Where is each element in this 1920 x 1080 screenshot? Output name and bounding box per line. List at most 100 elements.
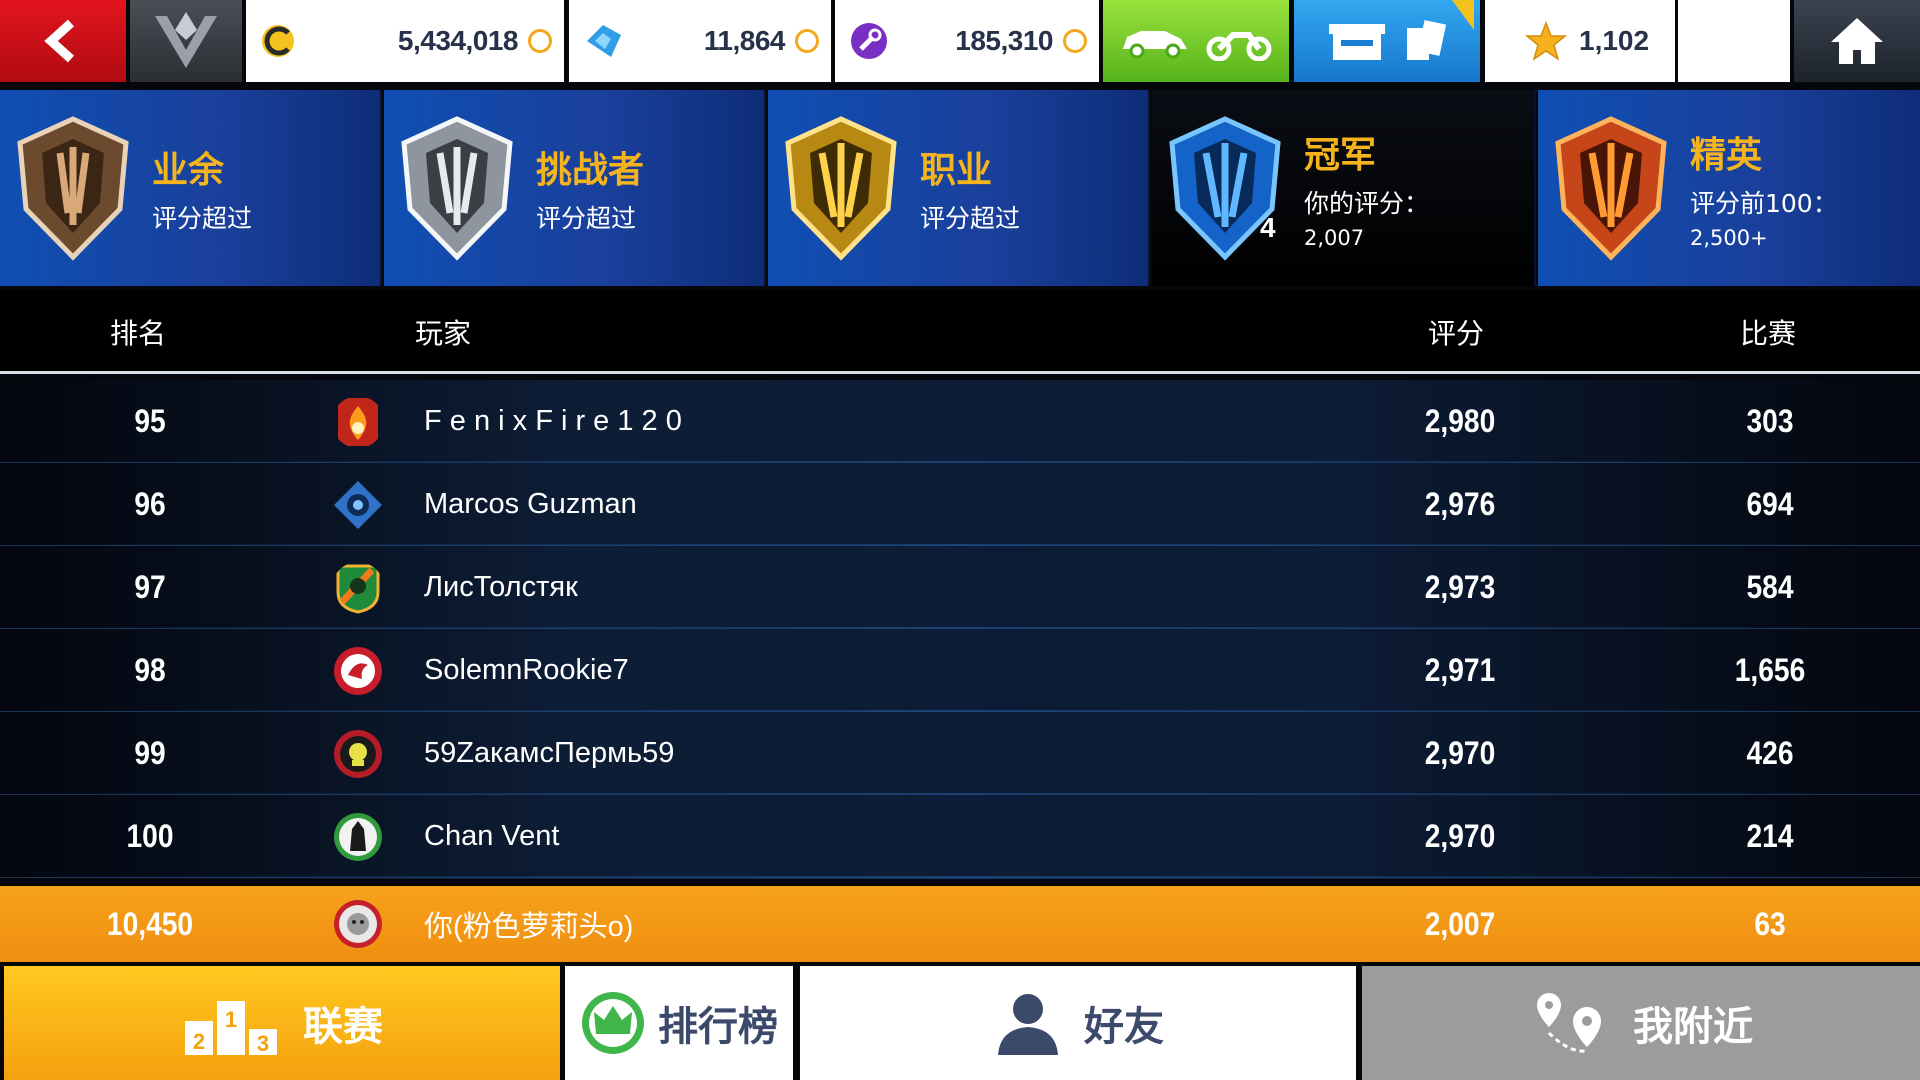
empty-slot bbox=[1678, 0, 1790, 82]
add-fusion-icon[interactable] bbox=[1063, 29, 1087, 53]
table-header: 排名 玩家 评分 比赛 bbox=[0, 290, 1920, 374]
tab-ranking-label: 排行榜 bbox=[658, 1004, 778, 1050]
shop-button[interactable] bbox=[1294, 0, 1480, 82]
champion-shield-icon: 4 bbox=[1169, 116, 1281, 261]
tab-nearby-label: 我附近 bbox=[1633, 1004, 1753, 1050]
tokens-counter[interactable]: 11,864 bbox=[569, 0, 831, 82]
tab-league[interactable]: 2 1 3 联赛 bbox=[4, 966, 560, 1080]
home-button[interactable] bbox=[1794, 0, 1920, 82]
row-score: 2,970 bbox=[1424, 818, 1496, 854]
credits-icon bbox=[262, 25, 294, 57]
star-icon bbox=[1525, 21, 1567, 61]
my-score: 2,007 bbox=[1424, 905, 1496, 942]
podium-icon: 2 1 3 bbox=[185, 1001, 277, 1056]
shop-alert-icon bbox=[1452, 0, 1474, 30]
garage-button[interactable] bbox=[1103, 0, 1289, 82]
svg-text:2: 2 bbox=[193, 1029, 205, 1054]
row-player-name: Marcos Guzman bbox=[424, 488, 637, 520]
header-races: 比赛 bbox=[1740, 317, 1797, 350]
tab-ranking[interactable]: 排行榜 bbox=[565, 966, 793, 1080]
add-tokens-icon[interactable] bbox=[795, 29, 819, 53]
header-player: 玩家 bbox=[415, 317, 472, 350]
rank-chevron-icon bbox=[155, 12, 217, 68]
table-row[interactable]: 95 F e n i x F i r e 1 2 0 2,980 303 bbox=[0, 380, 1920, 464]
player-rank-badge[interactable] bbox=[130, 0, 242, 82]
row-player-name: ЛисТолстяк bbox=[424, 571, 578, 603]
cards-icon bbox=[1407, 20, 1447, 60]
row-player-name: F e n i x F i r e 1 2 0 bbox=[424, 405, 682, 437]
table-row[interactable]: 100 Chan Vent 2,970 214 bbox=[0, 795, 1920, 879]
row-races: 214 bbox=[1746, 818, 1794, 854]
token-gem-icon bbox=[587, 25, 621, 57]
league-player-score: 2,007 bbox=[1304, 226, 1365, 250]
top-bar: 5,434,018 11,864 185,310 1,102 bbox=[0, 0, 1920, 82]
tab-friends[interactable]: 好友 bbox=[800, 966, 1356, 1080]
add-credits-icon[interactable] bbox=[528, 29, 552, 53]
row-player-name: Chan Vent bbox=[424, 820, 560, 852]
row-rank: 96 bbox=[134, 486, 166, 522]
green-ring-avatar bbox=[334, 812, 382, 861]
map-pins-icon bbox=[1537, 993, 1601, 1053]
row-rank: 99 bbox=[134, 735, 166, 771]
league-name: 职业 bbox=[920, 150, 993, 191]
back-button[interactable] bbox=[0, 0, 126, 82]
current-player-row[interactable]: 10,450 你(粉色萝莉头o) 2,007 63 bbox=[0, 886, 1920, 962]
diamond-emblem-avatar bbox=[334, 480, 382, 529]
league-threshold: 2,500+ bbox=[1690, 226, 1768, 250]
row-score: 2,980 bbox=[1424, 403, 1496, 439]
fire-emblem-avatar bbox=[338, 397, 378, 446]
row-player-name: SolemnRookie7 bbox=[424, 654, 629, 686]
table-row[interactable]: 97 ЛисТолстяк 2,973 584 bbox=[0, 546, 1920, 630]
tab-league-label: 联赛 bbox=[303, 1004, 383, 1050]
stars-counter: 1,102 bbox=[1485, 0, 1675, 82]
fusion-counter[interactable]: 185,310 bbox=[835, 0, 1099, 82]
my-player-name: 你(粉色萝莉头o) bbox=[424, 911, 634, 943]
row-rank: 98 bbox=[134, 652, 166, 688]
league-name: 挑战者 bbox=[536, 150, 645, 191]
league-requirement: 你的评分： bbox=[1304, 189, 1430, 218]
row-rank: 97 bbox=[134, 569, 166, 605]
table-row[interactable]: 96 Marcos Guzman 2,976 694 bbox=[0, 463, 1920, 547]
gold-shield-icon bbox=[785, 116, 897, 261]
silver-shield-icon bbox=[401, 116, 513, 261]
skull-emblem-avatar bbox=[334, 729, 382, 778]
header-rank: 排名 bbox=[110, 317, 167, 350]
fusion-wrench-icon bbox=[851, 23, 887, 59]
svg-text:3: 3 bbox=[257, 1031, 269, 1056]
motorbike-icon bbox=[1206, 32, 1272, 61]
leaderboard-list: 95 F e n i x F i r e 1 2 0 2,980 303 96 … bbox=[0, 380, 1920, 879]
table-row[interactable]: 99 59ZакамсПермь59 2,970 426 bbox=[0, 712, 1920, 796]
tab-nearby[interactable]: 我附近 bbox=[1362, 966, 1920, 1080]
tokens-value: 11,864 bbox=[703, 25, 786, 56]
elite-shield-icon bbox=[1555, 116, 1667, 261]
bronze-shield-icon bbox=[17, 116, 129, 261]
leaderboard-screen: 5,434,018 11,864 185,310 1,102 业余 评分超过 挑… bbox=[0, 0, 1920, 1080]
striped-shield-avatar bbox=[336, 564, 380, 614]
my-races: 63 bbox=[1754, 905, 1786, 942]
my-rank: 10,450 bbox=[106, 905, 194, 942]
league-tab-challenger[interactable]: 挑战者 评分超过 bbox=[384, 90, 766, 286]
tab-friends-label: 好友 bbox=[1084, 1004, 1164, 1050]
row-races: 694 bbox=[1746, 486, 1794, 522]
shop-box-icon bbox=[1329, 24, 1385, 60]
car-icon bbox=[1123, 31, 1187, 59]
league-tier: 4 bbox=[1260, 212, 1276, 243]
red-crest-avatar bbox=[334, 646, 382, 695]
league-requirement: 评分超过 bbox=[536, 204, 637, 233]
person-icon bbox=[998, 994, 1058, 1055]
stars-value: 1,102 bbox=[1579, 25, 1650, 56]
table-row[interactable]: 98 SolemnRookie7 2,971 1,656 bbox=[0, 629, 1920, 713]
row-races: 303 bbox=[1746, 403, 1794, 439]
credits-counter[interactable]: 5,434,018 bbox=[246, 0, 564, 82]
league-tab-amateur[interactable]: 业余 评分超过 bbox=[0, 90, 382, 286]
row-rank: 95 bbox=[134, 403, 166, 439]
row-rank: 100 bbox=[126, 818, 174, 854]
row-score: 2,976 bbox=[1424, 486, 1496, 522]
row-score: 2,973 bbox=[1424, 569, 1496, 605]
lion-emblem-avatar bbox=[334, 900, 382, 948]
row-races: 426 bbox=[1746, 735, 1794, 771]
row-score: 2,971 bbox=[1424, 652, 1496, 688]
league-tab-pro[interactable]: 职业 评分超过 bbox=[768, 90, 1150, 286]
league-tab-elite[interactable]: 精英 评分前100： 2,500+ bbox=[1538, 90, 1920, 286]
league-tab-champion[interactable]: 4 冠军 你的评分： 2,007 bbox=[1152, 90, 1536, 286]
